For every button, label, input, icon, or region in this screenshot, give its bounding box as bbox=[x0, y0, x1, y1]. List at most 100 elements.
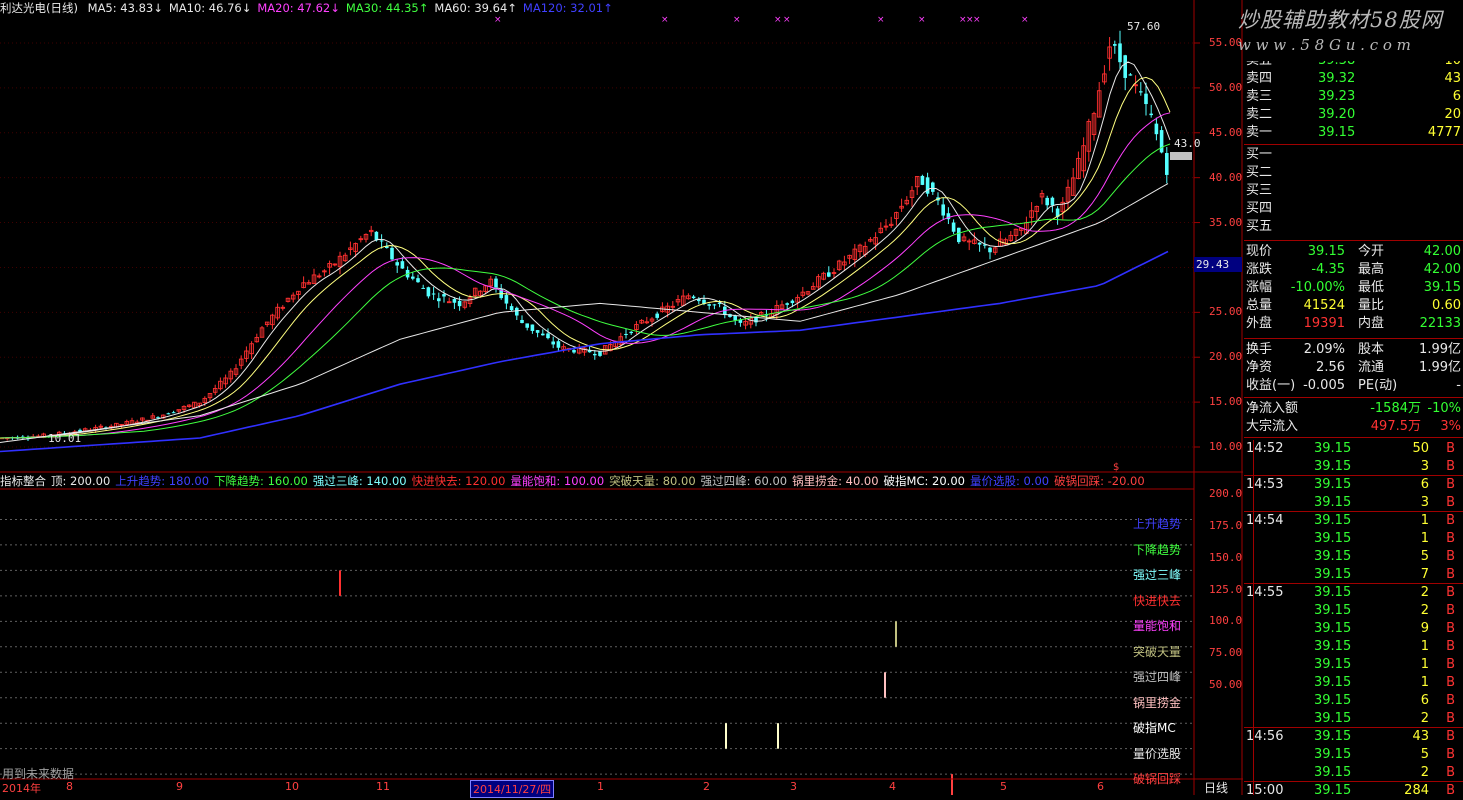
sell-level-label: 卖五 bbox=[1246, 53, 1273, 68]
candle-body bbox=[452, 299, 457, 303]
price-chart[interactable]: × × × × × × × × × × ×$ bbox=[0, 0, 1243, 795]
candle-body bbox=[655, 313, 659, 318]
watermark-url: w w w . 5 8 G u . c o m bbox=[1238, 36, 1411, 54]
candle-body bbox=[395, 262, 399, 266]
candle-body bbox=[166, 413, 171, 415]
indicator-signal-label: 破指MC bbox=[1133, 721, 1176, 736]
candle-body bbox=[941, 204, 945, 216]
trade-side: B bbox=[1446, 549, 1455, 564]
indicator-strip: 指标整合 顶: 200.00 上升趋势: 180.00 下降趋势: 160.00 强过三… bbox=[0, 473, 1195, 489]
trade-row[interactable]: 39.15 2 B bbox=[1244, 710, 1463, 728]
buy-level-row: 买二 bbox=[1244, 164, 1463, 182]
trade-time: 14:56 bbox=[1246, 729, 1284, 744]
indicator-legend-10: 破指MC: 20.00 bbox=[883, 474, 965, 488]
trade-row[interactable]: 39.15 5 B bbox=[1244, 746, 1463, 764]
sell-level-row: 卖三 39.23 6 bbox=[1244, 88, 1463, 106]
date-axis-label: 8 bbox=[66, 780, 73, 793]
buy-level-label: 买二 bbox=[1246, 165, 1273, 180]
stat-value: 2.56 bbox=[1316, 360, 1345, 375]
date-axis-label: 6 bbox=[1097, 780, 1104, 793]
candle-body bbox=[494, 278, 498, 288]
date-axis-label: 1 bbox=[597, 780, 604, 793]
trade-row[interactable]: 39.15 1 B bbox=[1244, 674, 1463, 692]
trade-row[interactable]: 14:53 39.15 6 B bbox=[1244, 476, 1463, 494]
dollar-marker: $ bbox=[1113, 462, 1119, 473]
trade-volume: 7 bbox=[1420, 567, 1429, 582]
stock-chart-window: × × × × × × × × × × × $ 利达光电(日线) MA5: 43.83↓ MA10: 4… bbox=[0, 0, 1463, 798]
stat-label: 收益(一) bbox=[1246, 378, 1296, 393]
trade-row[interactable]: 39.15 1 B bbox=[1244, 530, 1463, 548]
date-axis-label: 10 bbox=[285, 780, 299, 793]
trade-side: B bbox=[1446, 657, 1455, 672]
stat-value: 42.00 bbox=[1423, 244, 1461, 259]
candle-body bbox=[707, 304, 711, 306]
buy-level-label: 买五 bbox=[1246, 219, 1273, 234]
candle-body bbox=[171, 412, 176, 414]
trade-row[interactable]: 39.15 1 B bbox=[1244, 638, 1463, 656]
trade-row[interactable]: 14:55 39.15 2 B bbox=[1244, 584, 1463, 602]
sell-level-price: 39.32 bbox=[1318, 71, 1356, 86]
ma120-tag: 29.43 bbox=[1194, 257, 1242, 272]
period-label[interactable]: 日线 bbox=[1204, 779, 1228, 796]
trade-row[interactable]: 14:56 39.15 43 B bbox=[1244, 728, 1463, 746]
trade-price: 39.15 bbox=[1314, 585, 1352, 600]
signal-bar bbox=[339, 570, 341, 596]
stat-value: 0.60 bbox=[1432, 298, 1461, 313]
stat-label: 最低 bbox=[1358, 280, 1385, 295]
candle-body bbox=[1149, 113, 1153, 116]
sell-level-price: 39.15 bbox=[1318, 125, 1356, 140]
price-axis-label: 20.00 bbox=[1209, 350, 1243, 364]
stat-value: 39.15 bbox=[1307, 244, 1345, 259]
trade-price: 39.15 bbox=[1314, 675, 1352, 690]
trade-time: 14:52 bbox=[1246, 441, 1284, 456]
trade-side: B bbox=[1446, 459, 1455, 474]
trade-row[interactable]: 39.15 9 B bbox=[1244, 620, 1463, 638]
candle-body bbox=[457, 300, 462, 307]
low-price-label: 10.01 bbox=[48, 432, 82, 445]
panel-separator bbox=[1244, 437, 1463, 438]
trade-price: 39.15 bbox=[1314, 783, 1352, 798]
stat-value: 2.09% bbox=[1303, 342, 1345, 357]
buy-level-label: 买四 bbox=[1246, 201, 1273, 216]
indicator-legend-6: 量能饱和: 100.00 bbox=[510, 474, 605, 488]
trade-volume: 2 bbox=[1420, 603, 1429, 618]
sell-level-label: 卖三 bbox=[1246, 89, 1273, 104]
current-price-marker bbox=[1170, 152, 1192, 160]
trade-volume: 2 bbox=[1420, 765, 1429, 780]
trade-row[interactable]: 39.15 1 B bbox=[1244, 656, 1463, 674]
trade-row[interactable]: 39.15 6 B bbox=[1244, 692, 1463, 710]
sell-level-label: 卖二 bbox=[1246, 107, 1273, 122]
stat-value: 1.99亿 bbox=[1419, 342, 1461, 357]
candle-body bbox=[598, 351, 602, 356]
trade-row[interactable]: 39.15 3 B bbox=[1244, 458, 1463, 476]
sell-level-volume: 43 bbox=[1444, 71, 1461, 86]
date-axis-label: 11 bbox=[376, 780, 390, 793]
trade-row[interactable]: 39.15 2 B bbox=[1244, 602, 1463, 620]
trade-price: 39.15 bbox=[1314, 459, 1352, 474]
flow-value: 497.5万 bbox=[1370, 419, 1421, 434]
panel-separator bbox=[1244, 397, 1463, 398]
indicator-legend-11: 量价选股: 0.00 bbox=[969, 474, 1050, 488]
signal-marker: × bbox=[783, 15, 791, 25]
candle-body bbox=[977, 242, 982, 245]
trade-row[interactable]: 39.15 5 B bbox=[1244, 548, 1463, 566]
price-axis-label: 25.00 bbox=[1209, 305, 1243, 319]
quote-stat-row: 现价 39.15 今开 42.00 bbox=[1244, 243, 1463, 261]
candle-body bbox=[1123, 55, 1127, 78]
candle-body bbox=[624, 333, 628, 335]
trade-row[interactable]: 14:54 39.15 1 B bbox=[1244, 512, 1463, 530]
indicator-legend-8: 强过四峰: 60.00 bbox=[700, 474, 788, 488]
sell-level-volume: 4777 bbox=[1427, 125, 1461, 140]
quote-stat-row: 涨跌 -4.35 最高 42.00 bbox=[1244, 261, 1463, 279]
indicator-legend-2: 上升趋势: 180.00 bbox=[115, 474, 210, 488]
date-axis-label: 4 bbox=[889, 780, 896, 793]
trade-price: 39.15 bbox=[1314, 657, 1352, 672]
trade-row[interactable]: 39.15 7 B bbox=[1244, 566, 1463, 584]
buy-level-row: 买一 bbox=[1244, 146, 1463, 164]
quote-stat-row: 涨幅 -10.00% 最低 39.15 bbox=[1244, 279, 1463, 297]
trade-row[interactable]: 39.15 3 B bbox=[1244, 494, 1463, 512]
trade-row[interactable]: 15:00 39.15 284 B bbox=[1244, 782, 1463, 800]
trade-row[interactable]: 14:52 39.15 50 B bbox=[1244, 440, 1463, 458]
trade-row[interactable]: 39.15 2 B bbox=[1244, 764, 1463, 782]
stat-value: -4.35 bbox=[1311, 262, 1345, 277]
